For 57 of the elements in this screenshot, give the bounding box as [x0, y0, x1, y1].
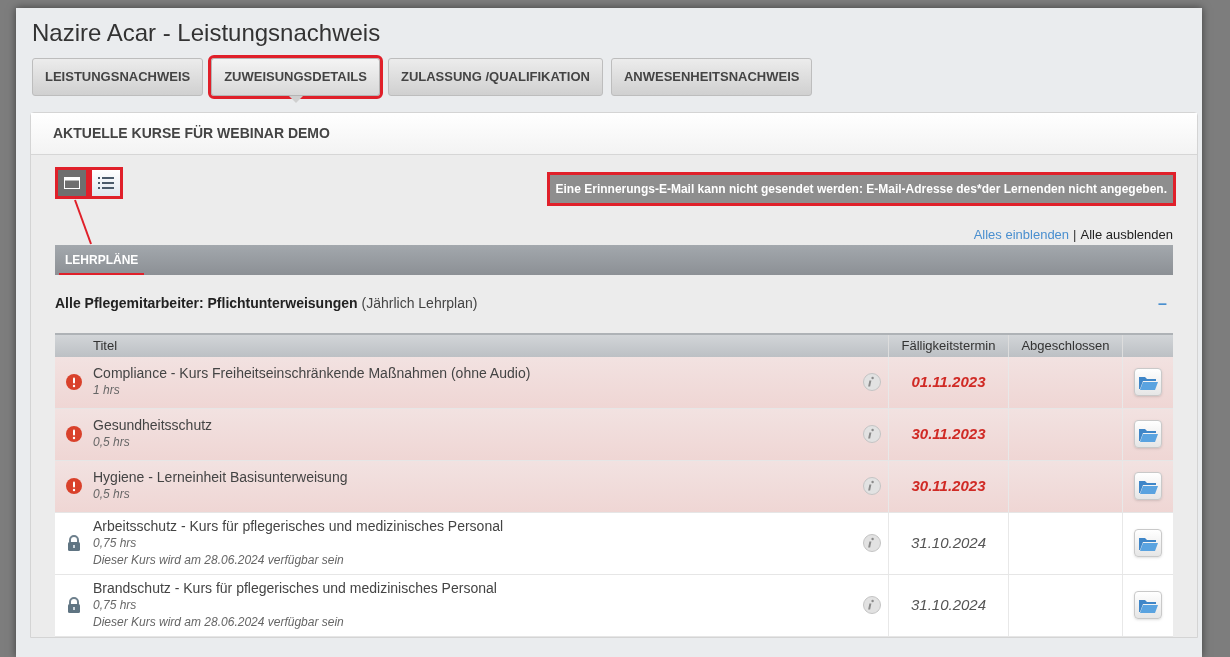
- info-icon[interactable]: [863, 425, 881, 443]
- email-warning: Eine Erinnerungs-E-Mail kann nicht gesendet werden: E-Mail-Adresse des*der Lernenden nicht angegeben.: [549, 175, 1173, 203]
- curriculum-type: (Jährlich Lehrplan): [361, 295, 478, 311]
- availability-note: Dieser Kurs wird am 28.06.2024 verfügbar sein: [93, 551, 345, 569]
- tab[interactable]: ANWESENHEITSNACHWEIS: [610, 58, 813, 96]
- column-header: Abgeschlossen: [1008, 334, 1122, 357]
- collapse-all-link[interactable]: Alle ausblenden: [1080, 225, 1173, 245]
- info-icon[interactable]: [863, 534, 881, 552]
- folder-icon: [1138, 597, 1158, 613]
- course-title[interactable]: Hygiene - Lerneinheit Basisunterweisung: [93, 469, 856, 486]
- alert-icon: [66, 478, 82, 494]
- course-hours: 0,75 hrs: [93, 534, 138, 552]
- folder-icon: [1138, 426, 1158, 442]
- open-folder-button[interactable]: [1134, 368, 1162, 396]
- open-folder-button[interactable]: [1134, 420, 1162, 448]
- list-icon: [98, 177, 114, 189]
- due-date: 31.10.2024: [910, 532, 987, 553]
- folder-icon: [1138, 535, 1158, 551]
- folder-icon: [1138, 478, 1158, 494]
- lock-icon: [67, 535, 81, 551]
- availability-note: Dieser Kurs wird am 28.06.2024 verfügbar sein: [93, 613, 345, 631]
- due-date: 01.11.2023: [911, 371, 986, 392]
- course-title[interactable]: Brandschutz - Kurs für pflegerisches und medizinisches Personal: [93, 579, 856, 597]
- course-hours: 0,5 hrs: [93, 486, 131, 503]
- info-icon[interactable]: [863, 477, 881, 495]
- open-folder-button[interactable]: [1134, 529, 1162, 557]
- folder-icon: [1138, 374, 1158, 390]
- section-title: LEHRPLÄNE: [59, 250, 145, 275]
- tab-pointer: [288, 96, 303, 103]
- info-icon[interactable]: [863, 596, 881, 614]
- curriculum-name: Alle Pflegemitarbeiter: Pflichtunterweisungen: [55, 295, 358, 311]
- course-hours: 1 hrs: [93, 382, 121, 399]
- info-icon[interactable]: [863, 373, 881, 391]
- due-date: 30.11.2023: [911, 475, 986, 496]
- due-date: 30.11.2023: [911, 423, 986, 444]
- due-date: 31.10.2024: [910, 594, 987, 615]
- card-view-icon: [64, 177, 80, 189]
- open-folder-button[interactable]: [1134, 591, 1162, 619]
- tab[interactable]: ZUWEISUNGSDETAILS: [211, 58, 380, 96]
- page-title: Nazire Acar - Leistungsnachweis: [31, 18, 382, 48]
- course-title[interactable]: Arbeitsschutz - Kurs für pflegerisches und medizinisches Personal: [93, 517, 856, 535]
- lock-icon: [67, 597, 81, 613]
- link-separator: |: [1073, 226, 1077, 244]
- tab[interactable]: ZULASSUNG /QUALIFIKATION: [387, 58, 603, 96]
- course-hours: 0,75 hrs: [93, 596, 138, 614]
- column-header: Fälligkeitstermin: [888, 334, 1008, 357]
- open-folder-button[interactable]: [1134, 472, 1162, 500]
- course-title[interactable]: Compliance - Kurs Freiheitseinschränkende Maßnahmen (ohne Audio): [93, 365, 856, 382]
- tab[interactable]: LEISTUNGSNACHWEIS: [32, 58, 204, 96]
- alert-icon: [66, 374, 82, 390]
- card-view-button[interactable]: [55, 167, 89, 199]
- column-header: Titel: [92, 336, 119, 355]
- alert-icon: [66, 426, 82, 442]
- panel-title: AKTUELLE KURSE FÜR WEBINAR DEMO: [53, 124, 330, 143]
- list-view-button[interactable]: [89, 167, 123, 199]
- course-title[interactable]: Gesundheitsschutz: [93, 417, 856, 434]
- course-hours: 0,5 hrs: [93, 434, 131, 451]
